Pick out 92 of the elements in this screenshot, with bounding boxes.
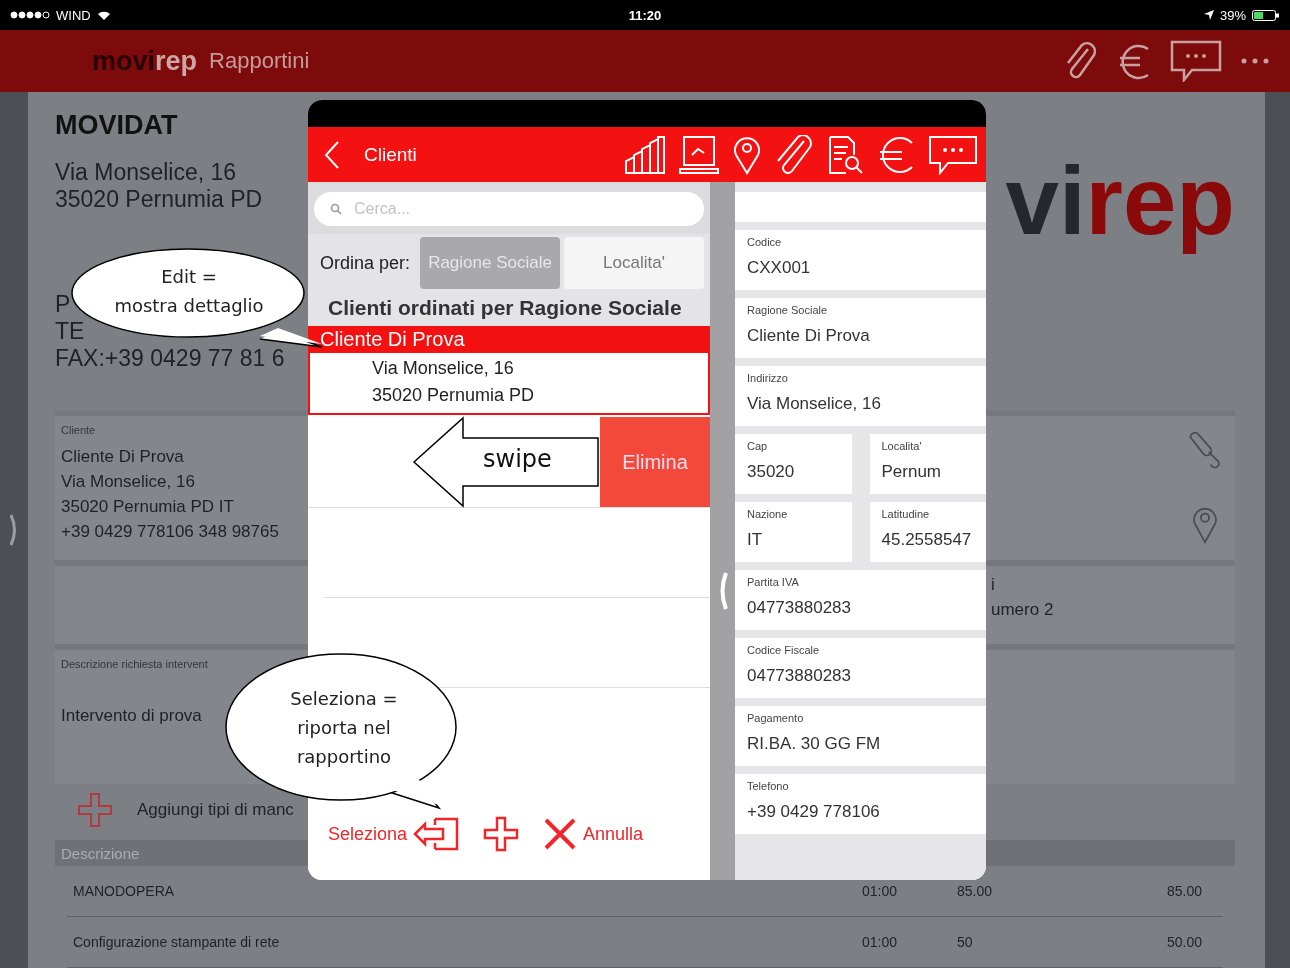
detail-field[interactable]: Codice CXX001 <box>735 230 986 290</box>
description-text: Intervento di prova <box>61 706 202 726</box>
back-button[interactable]: Clienti <box>324 139 417 170</box>
field-label: Localita' <box>881 440 923 452</box>
field-label: Partita IVA <box>747 576 800 588</box>
company-contact-line: P <box>55 291 71 318</box>
table-cell-text: 85.00 <box>956 883 994 899</box>
field-value: RI.BA. 30 GG FM <box>747 734 882 754</box>
table-cell-text: MANODOPERA <box>72 883 176 899</box>
app-title: Rapportini <box>209 48 310 74</box>
client-label: Cliente <box>61 424 96 436</box>
company-name: MOVIDAT <box>55 110 178 141</box>
detail-field[interactable]: Ragione Sociale Cliente Di Prova <box>735 298 986 358</box>
client-info-line: 35020 Pernumia PD IT <box>61 496 234 518</box>
location-icon <box>1203 10 1214 20</box>
field-label: Nazione <box>747 508 789 520</box>
field-label: Codice Fiscale <box>747 644 821 656</box>
detail-field[interactable]: Localita' Pernum <box>869 434 986 494</box>
detail-field[interactable]: Indirizzo Via Monselice, 16 <box>735 366 986 426</box>
battery-percent: 39% <box>1219 7 1246 23</box>
field-label: Latitudine <box>881 508 931 520</box>
carrier-name: WIND <box>56 7 91 23</box>
detail-field[interactable]: Codice Fiscale 04773880283 <box>735 638 986 698</box>
detail-field[interactable]: Latitudine 45.2558547 <box>869 502 986 562</box>
add-icon[interactable] <box>483 816 520 852</box>
wifi-icon <box>96 9 111 21</box>
search-icon <box>330 203 342 215</box>
column-header: Descrizione <box>61 844 140 862</box>
field-value: +39 0429 778106 <box>747 802 881 822</box>
field-value: 04773880283 <box>747 598 852 618</box>
field-value: 45.2558547 <box>881 530 973 550</box>
map-pin-icon[interactable] <box>732 134 762 175</box>
field-value: 04773880283 <box>747 666 852 686</box>
close-icon <box>543 817 578 851</box>
factory-chart-icon[interactable] <box>624 134 666 175</box>
callout-text: Seleziona = riporta nel rapportino <box>290 686 398 769</box>
company-logo: virep <box>1005 146 1235 256</box>
description-label: Descrizione richiesta intervent <box>61 658 208 670</box>
paperclip-icon[interactable] <box>774 134 814 175</box>
add-types-link[interactable]: Aggiungi tipi di manc <box>137 800 294 820</box>
exit-door-icon <box>413 817 460 851</box>
battery-icon <box>1252 9 1280 21</box>
detail-field[interactable]: Telefono +39 0429 778106 <box>735 774 986 834</box>
back-chevron-icon <box>324 139 340 170</box>
info-line: i <box>991 574 995 596</box>
clock-time: 11:20 <box>628 7 662 23</box>
table-cell-text: 01:00 <box>860 934 897 950</box>
field-value: CXX001 <box>747 258 812 278</box>
field-value: IT <box>747 530 764 550</box>
company-address-line: Via Monselice, 16 <box>55 159 237 186</box>
search-field[interactable]: Cerca... <box>314 192 704 226</box>
table-cell-text: Configurazione stampante di rete <box>72 934 281 950</box>
table-cell-text: 01:00 <box>860 883 897 899</box>
field-value: 35020 <box>747 462 796 482</box>
detail-field[interactable]: Nazione IT <box>735 502 852 562</box>
chat-icon[interactable] <box>1170 40 1222 82</box>
select-button[interactable]: Seleziona <box>328 817 460 851</box>
client-info-line: Cliente Di Prova <box>61 446 184 468</box>
table-cell-text: 50.00 <box>1165 934 1202 950</box>
list-heading: Clienti ordinati per Ragione Sociale <box>308 292 710 326</box>
detail-field[interactable]: Cap 35020 <box>735 434 852 494</box>
company-address-line: 35020 Pernumia PD <box>55 186 263 213</box>
monitor-icon[interactable] <box>678 134 720 175</box>
sort-option[interactable]: Localita' <box>564 237 704 289</box>
field-label: Codice <box>747 236 783 248</box>
field-value: Cliente Di Prova <box>747 326 871 346</box>
client-info-line: +39 0429 778106 348 98765 <box>61 521 279 543</box>
detail-field[interactable]: Pagamento RI.BA. 30 GG FM <box>735 706 986 766</box>
field-label: Pagamento <box>747 712 805 724</box>
sort-label: Ordina per: <box>320 252 411 274</box>
client-info-line: Via Monselice, 16 <box>61 471 195 493</box>
chevron-icon[interactable] <box>9 513 19 547</box>
signal-icon <box>10 11 50 19</box>
detail-field[interactable]: Partita IVA 04773880283 <box>735 570 986 630</box>
cancel-button[interactable]: Annulla <box>543 817 644 851</box>
field-label: Ragione Sociale <box>747 304 829 316</box>
info-line: umero 2 <box>991 599 1054 621</box>
table-cell-text: 50 <box>956 934 974 950</box>
field-label: Cap <box>747 440 769 452</box>
client-name-row[interactable]: Cliente Di Prova <box>308 326 710 353</box>
field-value: Via Monselice, 16 <box>747 394 882 414</box>
company-contact-line: TE <box>55 318 85 345</box>
more-icon[interactable] <box>1240 57 1270 65</box>
company-contact-line: FAX:+39 0429 77 81 6 <box>55 345 285 372</box>
field-label: Telefono <box>747 780 790 792</box>
table-cell-text: 85.00 <box>1165 883 1202 899</box>
app-logo: movirep <box>92 45 198 77</box>
field-value: Pernum <box>881 462 943 482</box>
field-label: Indirizzo <box>747 372 789 384</box>
callout-text: Edit = mostra dettaglio <box>114 265 264 318</box>
document-search-icon[interactable] <box>826 134 864 175</box>
callout-text: swipe <box>483 445 552 473</box>
